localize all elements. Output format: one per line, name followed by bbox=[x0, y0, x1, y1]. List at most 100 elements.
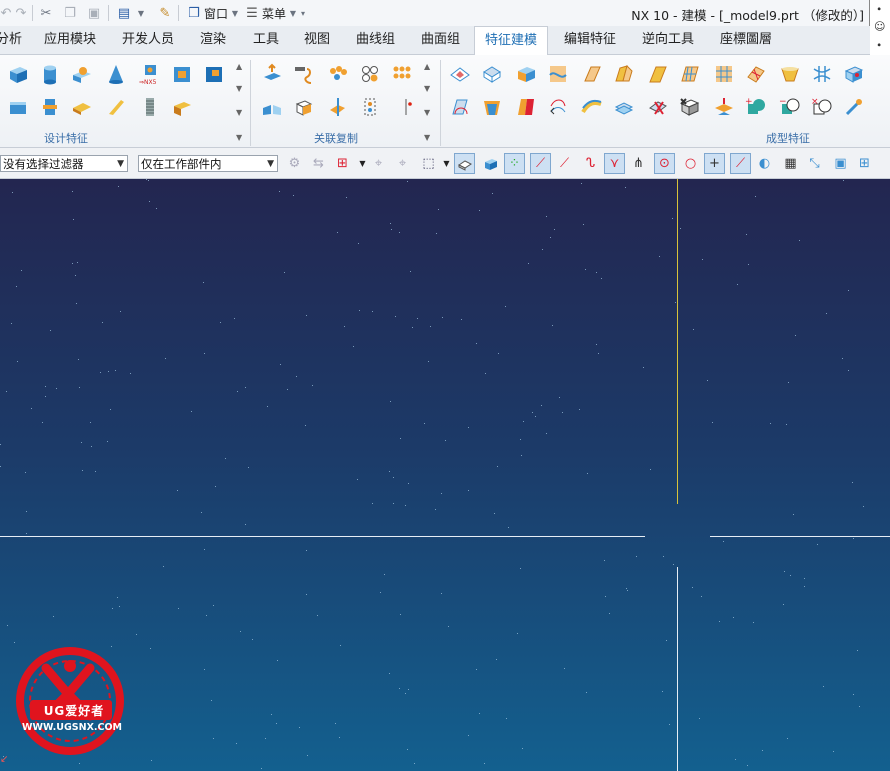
bounded-plane-icon[interactable] bbox=[842, 62, 866, 86]
pattern-face-icon[interactable] bbox=[390, 62, 414, 86]
tab-render[interactable]: 渲染 bbox=[190, 26, 236, 54]
tab-surface-group[interactable]: 曲面组 bbox=[411, 26, 470, 54]
subtract-icon[interactable]: − bbox=[778, 95, 802, 119]
studio-surface-icon[interactable] bbox=[744, 62, 768, 86]
split-body-icon[interactable] bbox=[514, 95, 538, 119]
repeat-command-dropdown-icon[interactable]: ▼ bbox=[136, 4, 146, 22]
cut-icon[interactable]: ✂ bbox=[38, 4, 54, 22]
endpoint-snap-icon[interactable]: ⟋ bbox=[530, 153, 551, 174]
tab-edit-feature[interactable]: 编辑特征 bbox=[554, 26, 626, 54]
repeat-command-icon[interactable]: ▤ bbox=[116, 4, 132, 22]
nx5-hole-icon[interactable]: ⇒NX5 bbox=[138, 62, 162, 86]
mirror-feature-icon[interactable] bbox=[260, 95, 284, 119]
design-scroll-down-icon[interactable]: ▼ bbox=[236, 84, 242, 93]
chart-icon[interactable]: ▣ bbox=[830, 153, 851, 174]
copy-gallery-expand-icon[interactable]: ▼ bbox=[424, 108, 430, 117]
pocket-icon[interactable] bbox=[170, 62, 194, 86]
tab-developer[interactable]: 开发人员 bbox=[112, 26, 184, 54]
tab-coordinate-layer[interactable]: 座標圖層 bbox=[710, 26, 782, 54]
tab-analysis[interactable]: 分析 bbox=[0, 26, 32, 54]
thread-icon[interactable] bbox=[138, 95, 162, 119]
delete-face-icon[interactable] bbox=[612, 95, 636, 119]
emboss-icon[interactable] bbox=[448, 62, 472, 86]
graphics-viewport[interactable]: ↙ bbox=[0, 179, 890, 771]
quadrant-snap-icon[interactable]: ⊙ bbox=[654, 153, 675, 174]
select-point-icon[interactable]: ⁘ bbox=[504, 153, 525, 174]
snap-settings-icon[interactable]: ⊞ bbox=[332, 153, 353, 174]
main-menu[interactable]: 菜单 bbox=[262, 5, 286, 22]
patch-body-icon[interactable] bbox=[842, 95, 866, 119]
deselect-icon[interactable]: ⌖ bbox=[392, 153, 413, 174]
general-select-icon[interactable]: ⌖ bbox=[368, 153, 389, 174]
wrap-geometry-icon[interactable] bbox=[546, 62, 570, 86]
tab-tools[interactable]: 工具 bbox=[243, 26, 289, 54]
cone-icon[interactable] bbox=[104, 62, 128, 86]
copy-scroll-down-icon[interactable]: ▼ bbox=[424, 84, 430, 93]
existing-point-snap-icon[interactable]: + bbox=[704, 153, 725, 174]
offset-face-icon[interactable] bbox=[580, 95, 604, 119]
arc-center-snap-icon[interactable]: ⋔ bbox=[628, 153, 649, 174]
type-filter-select[interactable]: 没有选择过滤器 ▼ bbox=[0, 155, 128, 172]
copy-icon[interactable]: ❐ bbox=[62, 4, 78, 22]
intersection-snap-icon[interactable]: ⋎ bbox=[604, 153, 625, 174]
mirror-body-icon[interactable] bbox=[326, 95, 350, 119]
sheet-trim-icon[interactable] bbox=[580, 62, 604, 86]
trim-body-icon[interactable] bbox=[546, 95, 570, 119]
unite-icon[interactable]: + bbox=[744, 95, 768, 119]
pattern-feature-icon[interactable] bbox=[326, 62, 350, 86]
touch-mode-icon[interactable]: ✎ bbox=[156, 4, 174, 22]
remove-parameters-icon[interactable] bbox=[646, 95, 670, 119]
select-face-icon[interactable] bbox=[454, 153, 475, 174]
design-group-menu-icon[interactable]: ▼ bbox=[236, 133, 242, 142]
replace-face-icon[interactable] bbox=[678, 62, 702, 86]
undo-icon[interactable]: ↶ bbox=[0, 4, 12, 22]
tab-feature-modeling[interactable]: 特征建模 bbox=[474, 26, 549, 55]
wcs-icon[interactable]: ⤡ bbox=[804, 153, 825, 174]
selection-scope-select[interactable]: 仅在工作部件内 ▼ bbox=[138, 155, 278, 172]
redo-icon[interactable]: ↷ bbox=[14, 4, 28, 22]
extrude-icon[interactable] bbox=[6, 95, 30, 119]
mirror-geometry-icon[interactable] bbox=[292, 95, 316, 119]
groove-icon[interactable] bbox=[170, 95, 194, 119]
select-body-icon[interactable] bbox=[480, 153, 501, 174]
wave-linker-icon[interactable] bbox=[292, 62, 316, 86]
layer-settings-icon[interactable]: ⊞ bbox=[854, 153, 875, 174]
extract-geometry-icon[interactable] bbox=[260, 62, 284, 86]
menu-icon[interactable]: ☰ bbox=[244, 4, 260, 22]
paste-icon[interactable]: ▣ bbox=[86, 4, 102, 22]
quick-access-customize-icon[interactable]: ▾ bbox=[298, 4, 308, 22]
offset-emboss-icon[interactable] bbox=[480, 62, 504, 86]
copy-group-menu-icon[interactable]: ▼ bbox=[424, 133, 430, 142]
instance-geometry-icon[interactable] bbox=[358, 95, 382, 119]
through-curve-mesh-icon[interactable] bbox=[712, 62, 736, 86]
intersect-icon[interactable]: × bbox=[810, 95, 834, 119]
control-point-snap-icon[interactable]: ᔐ bbox=[580, 153, 601, 174]
window-menu[interactable]: 窗口 bbox=[204, 5, 228, 22]
rib-icon[interactable] bbox=[104, 95, 128, 119]
point-on-surface-snap-icon[interactable]: ◐ bbox=[754, 153, 775, 174]
tab-curve-group[interactable]: 曲线组 bbox=[346, 26, 405, 54]
tab-reverse-tools[interactable]: 逆向工具 bbox=[632, 26, 704, 54]
block-icon[interactable] bbox=[6, 62, 30, 86]
window-dropdown-icon[interactable]: ▼ bbox=[230, 4, 240, 22]
delete-body-icon[interactable] bbox=[678, 95, 702, 119]
pad-icon[interactable] bbox=[202, 62, 226, 86]
design-scroll-up-icon[interactable]: ▲ bbox=[236, 62, 242, 71]
point-set-icon[interactable] bbox=[394, 95, 418, 119]
point-on-curve-snap-icon[interactable]: ⟋ bbox=[730, 153, 751, 174]
n-sided-surface-icon[interactable] bbox=[810, 62, 834, 86]
sheet-from-curves-icon[interactable] bbox=[712, 95, 736, 119]
midpoint-snap-icon[interactable]: ⟋ bbox=[554, 153, 575, 174]
window-icon[interactable]: ❒ bbox=[186, 4, 202, 22]
design-gallery-expand-icon[interactable]: ▼ bbox=[236, 108, 242, 117]
shell-icon[interactable] bbox=[778, 62, 802, 86]
assembly-navigator-icon[interactable]: ⚙ bbox=[284, 153, 305, 174]
pattern-geometry-icon[interactable] bbox=[358, 62, 382, 86]
tab-view[interactable]: 视图 bbox=[294, 26, 340, 54]
select-features-icon[interactable]: ⇆ bbox=[308, 153, 329, 174]
draft-icon[interactable] bbox=[448, 95, 472, 119]
sew-icon[interactable] bbox=[612, 62, 636, 86]
grid-snap-icon[interactable]: ▦ bbox=[780, 153, 801, 174]
revolve-icon[interactable] bbox=[38, 95, 62, 119]
thicken-icon[interactable] bbox=[514, 62, 538, 86]
